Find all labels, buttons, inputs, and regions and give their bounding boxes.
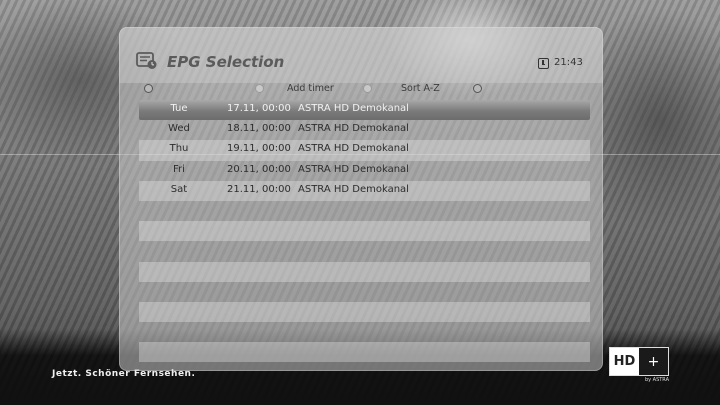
empty-row bbox=[139, 322, 590, 342]
event-channel: ASTRA HD Demokanal bbox=[298, 163, 409, 175]
clock-icon bbox=[538, 58, 549, 69]
event-channel: ASTRA HD Demokanal bbox=[298, 103, 409, 114]
event-channel: ASTRA HD Demokanal bbox=[298, 143, 409, 155]
empty-row bbox=[139, 241, 590, 261]
empty-row bbox=[139, 221, 590, 242]
hd-plus-logo: HD + by ASTRA bbox=[609, 347, 669, 387]
list-item[interactable]: Sat 21.11, 00:00 ASTRA HD Demokanal bbox=[139, 180, 590, 201]
event-day: Sat bbox=[170, 183, 188, 195]
list-item[interactable]: Thu 19.11, 00:00 ASTRA HD Demokanal bbox=[139, 140, 590, 161]
empty-row bbox=[139, 342, 590, 363]
event-datetime: 20.11, 00:00 bbox=[227, 163, 291, 175]
event-channel: ASTRA HD Demokanal bbox=[298, 183, 409, 195]
yellow-button-icon[interactable] bbox=[363, 84, 372, 93]
empty-row bbox=[139, 301, 590, 323]
logo-subtext: by ASTRA bbox=[644, 377, 669, 383]
event-day: Fri bbox=[173, 163, 185, 175]
event-datetime: 19.11, 00:00 bbox=[227, 143, 291, 155]
event-datetime: 17.11, 00:00 bbox=[227, 103, 291, 114]
plus-logo-text: + bbox=[639, 348, 668, 375]
red-button-icon[interactable] bbox=[144, 84, 153, 93]
color-button-bar: Add timer Sort A-Z bbox=[119, 81, 603, 99]
sort-az-button[interactable]: Sort A-Z bbox=[401, 83, 440, 94]
blue-button-icon[interactable] bbox=[473, 84, 482, 93]
clock-time: 21:43 bbox=[554, 57, 583, 68]
list-item[interactable]: Tue 17.11, 00:00 ASTRA HD Demokanal bbox=[139, 100, 590, 121]
hd-logo-text: HD bbox=[610, 348, 639, 375]
epg-event-list: Tue 17.11, 00:00 ASTRA HD Demokanal Wed … bbox=[139, 100, 590, 363]
green-button-icon[interactable] bbox=[255, 84, 264, 93]
event-day: Wed bbox=[168, 123, 190, 135]
event-channel: ASTRA HD Demokanal bbox=[298, 123, 409, 135]
event-day: Tue bbox=[170, 103, 188, 114]
epg-list-icon bbox=[136, 52, 157, 69]
add-timer-button[interactable]: Add timer bbox=[287, 83, 334, 94]
empty-row bbox=[139, 282, 590, 302]
event-day: Thu bbox=[169, 143, 189, 155]
empty-row bbox=[139, 261, 590, 282]
hd-plus-logo-box: HD + bbox=[609, 347, 669, 376]
list-item[interactable]: Wed 18.11, 00:00 ASTRA HD Demokanal bbox=[139, 120, 590, 140]
page-title: EPG Selection bbox=[167, 53, 285, 71]
event-datetime: 21.11, 00:00 bbox=[227, 183, 291, 195]
event-datetime: 18.11, 00:00 bbox=[227, 123, 291, 135]
list-item[interactable]: Fri 20.11, 00:00 ASTRA HD Demokanal bbox=[139, 161, 590, 181]
epg-selection-panel: EPG Selection 21:43 Add timer Sort A-Z T… bbox=[119, 27, 603, 371]
empty-row bbox=[139, 201, 590, 221]
